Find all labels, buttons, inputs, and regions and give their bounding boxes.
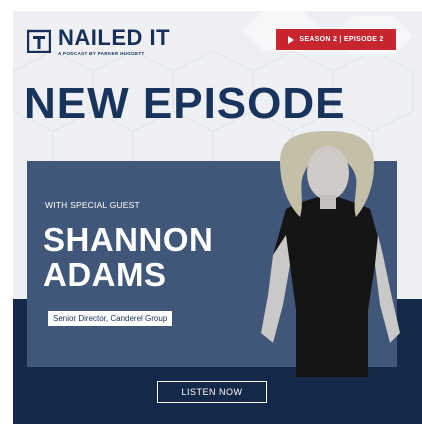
podcast-promo: NAILED IT A PODCAST BY PARKER HUGGETT SE… [0, 0, 422, 428]
guest-first-name: SHANNON [43, 221, 214, 258]
brand-logo: NAILED IT A PODCAST BY PARKER HUGGETT [27, 26, 170, 56]
guest-name: SHANNON ADAMS [43, 222, 213, 292]
season-badge: SEASON 2 | EPISODE 2 [276, 29, 396, 50]
play-icon [288, 35, 295, 44]
guest-label: WITH SPECIAL GUEST [45, 200, 140, 210]
brand-name: NAILED IT [58, 25, 171, 50]
guest-last-name: ADAMS [43, 256, 167, 293]
page-title: NEW EPISODE [24, 79, 346, 128]
guest-title: Senior Director, Canderel Group [48, 311, 173, 326]
podcast-mark-icon [27, 29, 51, 53]
guest-portrait [261, 131, 400, 377]
listen-now-button[interactable]: LISTEN NOW [157, 381, 267, 403]
brand-tagline: A PODCAST BY PARKER HUGGETT [58, 51, 145, 56]
season-badge-label: SEASON 2 | EPISODE 2 [299, 36, 384, 43]
